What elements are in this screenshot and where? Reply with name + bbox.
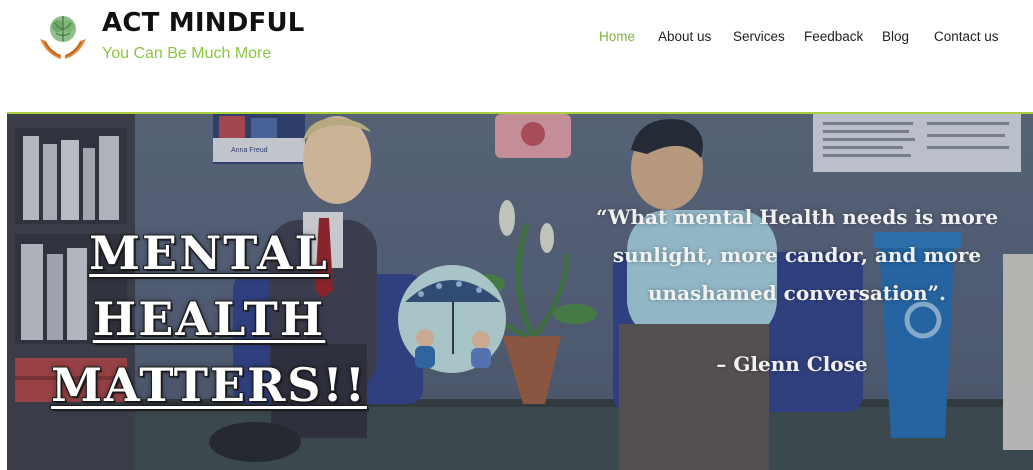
hero-title: MENTAL HEALTH MATTERS!! — [49, 220, 369, 418]
nav-item-contact-us[interactable]: Contact us — [934, 29, 999, 44]
nav-item-home[interactable]: Home — [599, 29, 635, 44]
quote-author: – Glenn Close — [716, 352, 868, 376]
hero-quote: “What mental Health needs is more sunlig… — [595, 205, 999, 305]
site-header: ACT MINDFUL You Can Be Much More Home Ab… — [0, 0, 1033, 112]
hero-title-line: HEALTH — [92, 292, 326, 346]
nav-item-blog[interactable]: Blog — [882, 29, 909, 44]
nav-item-services[interactable]: Services — [733, 29, 785, 44]
nav-item-feedback[interactable]: Feedback — [804, 29, 863, 44]
hero-title-line: MENTAL — [89, 226, 329, 280]
hero-title-line: MATTERS!! — [51, 358, 367, 412]
main-nav: Home About us Services Feedback Blog Con… — [0, 29, 1033, 49]
hero-banner: Anna Freud — [7, 112, 1033, 470]
nav-item-about-us[interactable]: About us — [658, 29, 711, 44]
